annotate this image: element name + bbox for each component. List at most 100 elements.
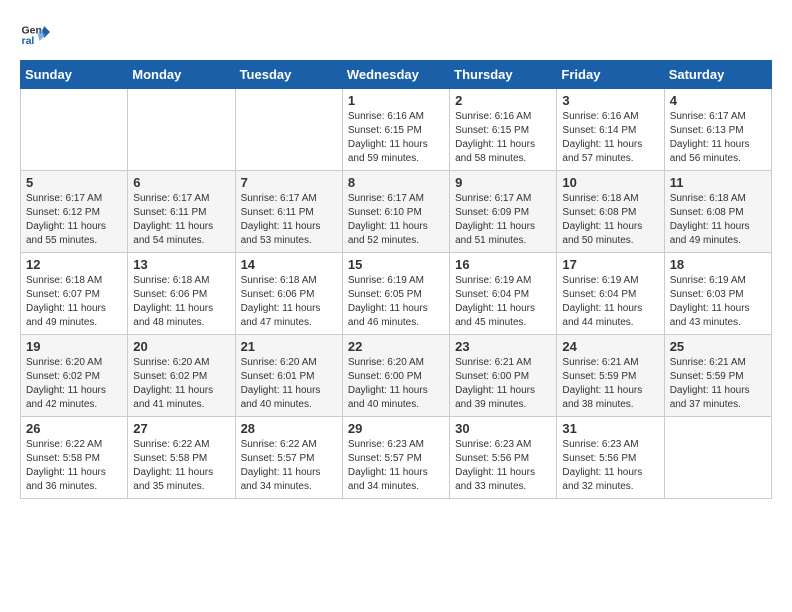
day-info: Sunrise: 6:18 AM Sunset: 6:08 PM Dayligh… xyxy=(670,192,766,248)
weekday-header: Tuesday xyxy=(235,61,342,89)
weekday-header: Wednesday xyxy=(342,61,449,89)
calendar-cell: 17 Sunrise: 6:19 AM Sunset: 6:04 PM Dayli… xyxy=(557,253,664,335)
day-number: 23 xyxy=(455,339,551,354)
calendar-cell: 16 Sunrise: 6:19 AM Sunset: 6:04 PM Dayli… xyxy=(450,253,557,335)
calendar-cell: 20 Sunrise: 6:20 AM Sunset: 6:02 PM Dayli… xyxy=(128,335,235,417)
day-number: 10 xyxy=(562,175,658,190)
day-info: Sunrise: 6:18 AM Sunset: 6:08 PM Dayligh… xyxy=(562,192,658,248)
day-info: Sunrise: 6:20 AM Sunset: 6:00 PM Dayligh… xyxy=(348,356,444,412)
weekday-header: Thursday xyxy=(450,61,557,89)
weekday-header: Monday xyxy=(128,61,235,89)
page-header: Gene ral xyxy=(20,20,772,50)
day-info: Sunrise: 6:23 AM Sunset: 5:57 PM Dayligh… xyxy=(348,438,444,494)
calendar-cell: 11 Sunrise: 6:18 AM Sunset: 6:08 PM Dayli… xyxy=(664,171,771,253)
calendar-cell: 1 Sunrise: 6:16 AM Sunset: 6:15 PM Daylig… xyxy=(342,89,449,171)
logo-icon: Gene ral xyxy=(20,20,50,50)
day-info: Sunrise: 6:19 AM Sunset: 6:03 PM Dayligh… xyxy=(670,274,766,330)
day-number: 6 xyxy=(133,175,229,190)
day-info: Sunrise: 6:16 AM Sunset: 6:15 PM Dayligh… xyxy=(455,110,551,166)
day-info: Sunrise: 6:19 AM Sunset: 6:04 PM Dayligh… xyxy=(455,274,551,330)
calendar-cell: 24 Sunrise: 6:21 AM Sunset: 5:59 PM Dayli… xyxy=(557,335,664,417)
calendar-week-row: 19 Sunrise: 6:20 AM Sunset: 6:02 PM Dayli… xyxy=(21,335,772,417)
calendar-week-row: 26 Sunrise: 6:22 AM Sunset: 5:58 PM Dayli… xyxy=(21,417,772,499)
day-number: 5 xyxy=(26,175,122,190)
calendar-cell: 10 Sunrise: 6:18 AM Sunset: 6:08 PM Dayli… xyxy=(557,171,664,253)
calendar-cell: 15 Sunrise: 6:19 AM Sunset: 6:05 PM Dayli… xyxy=(342,253,449,335)
day-info: Sunrise: 6:17 AM Sunset: 6:13 PM Dayligh… xyxy=(670,110,766,166)
day-info: Sunrise: 6:17 AM Sunset: 6:11 PM Dayligh… xyxy=(133,192,229,248)
calendar-cell: 3Sunrise: 6:16 AM Sunset: 6:14 PM Daylig… xyxy=(557,89,664,171)
calendar-week-row: 12 Sunrise: 6:18 AM Sunset: 6:07 PM Dayli… xyxy=(21,253,772,335)
calendar-cell: 27 Sunrise: 6:22 AM Sunset: 5:58 PM Dayli… xyxy=(128,417,235,499)
day-info: Sunrise: 6:18 AM Sunset: 6:06 PM Dayligh… xyxy=(133,274,229,330)
day-number: 25 xyxy=(670,339,766,354)
day-number: 16 xyxy=(455,257,551,272)
day-info: Sunrise: 6:17 AM Sunset: 6:11 PM Dayligh… xyxy=(241,192,337,248)
calendar-table: SundayMondayTuesdayWednesdayThursdayFrid… xyxy=(20,60,772,499)
day-number: 14 xyxy=(241,257,337,272)
day-info: Sunrise: 6:17 AM Sunset: 6:12 PM Dayligh… xyxy=(26,192,122,248)
calendar-cell: 5 Sunrise: 6:17 AM Sunset: 6:12 PM Daylig… xyxy=(21,171,128,253)
calendar-cell: 14 Sunrise: 6:18 AM Sunset: 6:06 PM Dayli… xyxy=(235,253,342,335)
svg-text:ral: ral xyxy=(22,35,35,47)
calendar-cell: 26 Sunrise: 6:22 AM Sunset: 5:58 PM Dayli… xyxy=(21,417,128,499)
day-info: Sunrise: 6:17 AM Sunset: 6:09 PM Dayligh… xyxy=(455,192,551,248)
day-number: 7 xyxy=(241,175,337,190)
day-info: Sunrise: 6:18 AM Sunset: 6:06 PM Dayligh… xyxy=(241,274,337,330)
day-number: 22 xyxy=(348,339,444,354)
day-number: 11 xyxy=(670,175,766,190)
calendar-cell xyxy=(21,89,128,171)
day-info: Sunrise: 6:21 AM Sunset: 6:00 PM Dayligh… xyxy=(455,356,551,412)
day-number: 17 xyxy=(562,257,658,272)
calendar-week-row: 5 Sunrise: 6:17 AM Sunset: 6:12 PM Daylig… xyxy=(21,171,772,253)
calendar-cell xyxy=(128,89,235,171)
day-number: 20 xyxy=(133,339,229,354)
weekday-header: Sunday xyxy=(21,61,128,89)
day-info: Sunrise: 6:21 AM Sunset: 5:59 PM Dayligh… xyxy=(562,356,658,412)
calendar-cell: 21 Sunrise: 6:20 AM Sunset: 6:01 PM Dayli… xyxy=(235,335,342,417)
day-info: Sunrise: 6:19 AM Sunset: 6:05 PM Dayligh… xyxy=(348,274,444,330)
day-number: 4 xyxy=(670,93,766,108)
weekday-header: Friday xyxy=(557,61,664,89)
day-info: Sunrise: 6:18 AM Sunset: 6:07 PM Dayligh… xyxy=(26,274,122,330)
day-number: 8 xyxy=(348,175,444,190)
calendar-cell: 2 Sunrise: 6:16 AM Sunset: 6:15 PM Daylig… xyxy=(450,89,557,171)
calendar-cell: 19 Sunrise: 6:20 AM Sunset: 6:02 PM Dayli… xyxy=(21,335,128,417)
logo: Gene ral xyxy=(20,20,54,50)
calendar-cell: 23 Sunrise: 6:21 AM Sunset: 6:00 PM Dayli… xyxy=(450,335,557,417)
day-number: 26 xyxy=(26,421,122,436)
calendar-cell xyxy=(664,417,771,499)
calendar-cell: 30Sunrise: 6:23 AM Sunset: 5:56 PM Dayli… xyxy=(450,417,557,499)
day-number: 2 xyxy=(455,93,551,108)
day-info: Sunrise: 6:22 AM Sunset: 5:58 PM Dayligh… xyxy=(133,438,229,494)
day-info: Sunrise: 6:20 AM Sunset: 6:02 PM Dayligh… xyxy=(26,356,122,412)
day-info: Sunrise: 6:17 AM Sunset: 6:10 PM Dayligh… xyxy=(348,192,444,248)
day-info: Sunrise: 6:23 AM Sunset: 5:56 PM Dayligh… xyxy=(455,438,551,494)
calendar-cell: 28Sunrise: 6:22 AM Sunset: 5:57 PM Dayli… xyxy=(235,417,342,499)
calendar-cell: 7 Sunrise: 6:17 AM Sunset: 6:11 PM Daylig… xyxy=(235,171,342,253)
day-number: 12 xyxy=(26,257,122,272)
calendar-cell: 25Sunrise: 6:21 AM Sunset: 5:59 PM Dayli… xyxy=(664,335,771,417)
day-info: Sunrise: 6:20 AM Sunset: 6:01 PM Dayligh… xyxy=(241,356,337,412)
weekday-header: Saturday xyxy=(664,61,771,89)
day-number: 24 xyxy=(562,339,658,354)
day-info: Sunrise: 6:22 AM Sunset: 5:57 PM Dayligh… xyxy=(241,438,337,494)
calendar-cell xyxy=(235,89,342,171)
calendar-cell: 31Sunrise: 6:23 AM Sunset: 5:56 PM Dayli… xyxy=(557,417,664,499)
day-number: 21 xyxy=(241,339,337,354)
day-info: Sunrise: 6:19 AM Sunset: 6:04 PM Dayligh… xyxy=(562,274,658,330)
calendar-cell: 18 Sunrise: 6:19 AM Sunset: 6:03 PM Dayli… xyxy=(664,253,771,335)
calendar-week-row: 1 Sunrise: 6:16 AM Sunset: 6:15 PM Daylig… xyxy=(21,89,772,171)
calendar-cell: 6 Sunrise: 6:17 AM Sunset: 6:11 PM Daylig… xyxy=(128,171,235,253)
day-info: Sunrise: 6:16 AM Sunset: 6:15 PM Dayligh… xyxy=(348,110,444,166)
day-number: 18 xyxy=(670,257,766,272)
weekday-header-row: SundayMondayTuesdayWednesdayThursdayFrid… xyxy=(21,61,772,89)
day-info: Sunrise: 6:20 AM Sunset: 6:02 PM Dayligh… xyxy=(133,356,229,412)
day-info: Sunrise: 6:22 AM Sunset: 5:58 PM Dayligh… xyxy=(26,438,122,494)
day-number: 15 xyxy=(348,257,444,272)
day-number: 1 xyxy=(348,93,444,108)
day-number: 3 xyxy=(562,93,658,108)
day-number: 27 xyxy=(133,421,229,436)
day-number: 19 xyxy=(26,339,122,354)
calendar-cell: 9Sunrise: 6:17 AM Sunset: 6:09 PM Daylig… xyxy=(450,171,557,253)
